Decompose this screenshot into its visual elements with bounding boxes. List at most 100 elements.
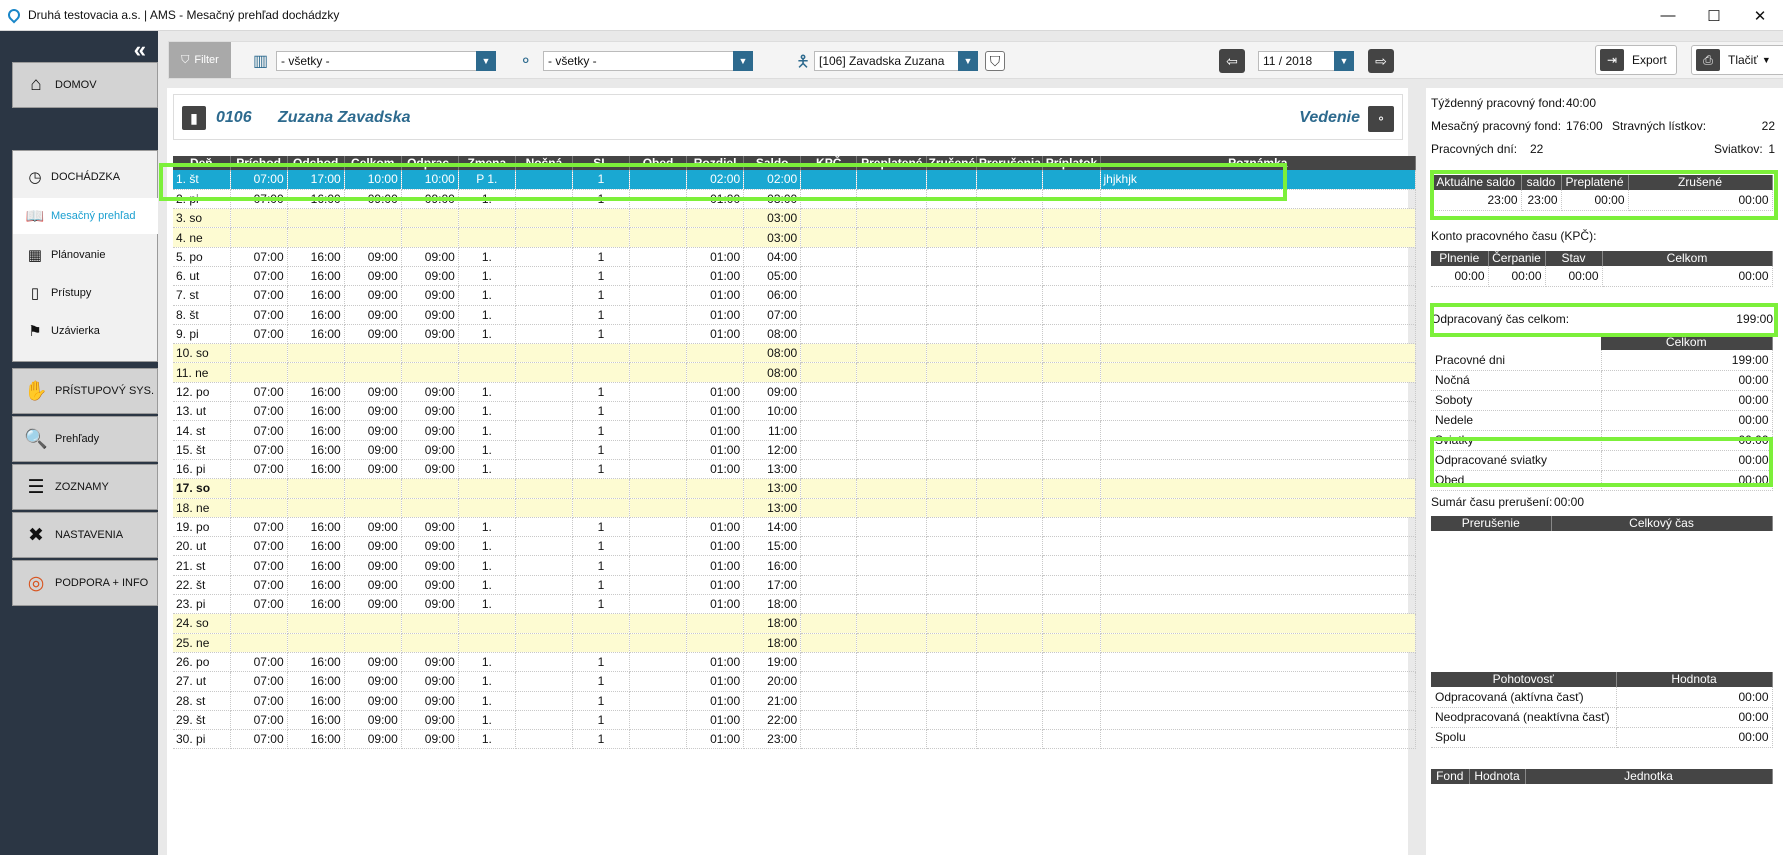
table-row[interactable]: 20. ut 07:00 16:00 09:00 09:00 1. 1 01:00 15:00 — [173, 536, 1417, 557]
table-cell — [800, 208, 858, 229]
column-header[interactable]: Zmena — [458, 156, 516, 170]
table-cell: 25. ne — [173, 633, 231, 653]
employee-filter-button[interactable]: ⛉ — [985, 51, 1005, 71]
table-row[interactable]: 6. ut 07:00 16:00 09:00 09:00 1. 1 01:00 05:00 — [173, 266, 1417, 287]
column-header[interactable]: Nočná — [515, 156, 573, 170]
next-month-button[interactable]: ⇨ — [1368, 49, 1394, 73]
standby-table: Pohotovosť Hodnota Odpracovaná (aktívna … — [1431, 672, 1773, 748]
table-cell — [926, 691, 978, 711]
working-days-label: Pracovných dní: — [1431, 142, 1518, 156]
nav-pristupovy-sys[interactable]: ✋ PRÍSTUPOVÝ SYS. — [12, 368, 158, 414]
chevron-down-icon[interactable]: ▼ — [733, 51, 753, 71]
table-row[interactable]: 24. so 18:00 — [173, 613, 1417, 634]
maximize-button[interactable]: ☐ — [1691, 0, 1737, 31]
column-header[interactable]: Príchod — [230, 156, 288, 170]
table-row[interactable]: 17. so 13:00 — [173, 478, 1417, 499]
nav-domov[interactable]: ⌂ DOMOV — [12, 62, 158, 108]
table-row[interactable]: 23. pi 07:00 16:00 09:00 09:00 1. 1 01:00 18:00 — [173, 594, 1417, 615]
table-row[interactable]: 9. pi 07:00 16:00 09:00 09:00 1. 1 01:00 08:00 — [173, 324, 1417, 345]
column-header[interactable]: Zrušené — [926, 156, 978, 170]
chevron-down-icon[interactable]: ▼ — [958, 51, 978, 71]
table-row[interactable]: 14. st 07:00 16:00 09:00 09:00 1. 1 01:00 11:00 — [173, 420, 1417, 441]
column-header[interactable]: Obed — [629, 156, 688, 170]
table-row[interactable]: 4. ne 03:00 — [173, 227, 1417, 248]
table-row[interactable]: 13. ut 07:00 16:00 09:00 09:00 1. 1 01:00 10:00 — [173, 401, 1417, 422]
table-row[interactable]: 22. št 07:00 16:00 09:00 09:00 1. 1 01:00 17:00 — [173, 575, 1417, 596]
table-cell — [515, 362, 573, 383]
export-button[interactable]: ⇥ Export — [1595, 45, 1677, 75]
table-cell — [515, 343, 573, 364]
table-row[interactable]: 2. pi 07:00 16:00 09:00 09:00 1. 1 01:00 03:00 — [173, 189, 1417, 210]
table-row[interactable]: 28. st 07:00 16:00 09:00 09:00 1. 1 01:00 21:00 — [173, 691, 1417, 711]
table-row[interactable]: 25. ne 18:00 — [173, 633, 1417, 653]
column-header[interactable]: Poznámka — [1100, 156, 1417, 170]
nav-zoznamy[interactable]: ☰ ZOZNAMY — [12, 464, 158, 510]
filter-button[interactable]: ⛉ Filter — [169, 42, 231, 78]
table-cell — [629, 382, 688, 403]
org-select[interactable]: - všetky - ▼ — [276, 51, 496, 71]
nav-prehlady[interactable]: 🔍 Prehľady — [12, 416, 158, 462]
table-cell — [1042, 305, 1101, 325]
column-header[interactable]: Rozdiel — [686, 156, 745, 170]
table-row[interactable]: 26. po 07:00 16:00 09:00 09:00 1. 1 01:00 19:00 — [173, 652, 1417, 673]
table-cell — [1100, 305, 1417, 325]
table-row[interactable]: 19. po 07:00 16:00 09:00 09:00 1. 1 01:00 14:00 — [173, 517, 1417, 538]
column-header[interactable]: Odprac. — [401, 156, 459, 170]
subnav-uzavierka[interactable]: ⚑ Uzávierka — [13, 313, 159, 349]
table-cell: 1. — [458, 671, 516, 692]
table-row[interactable]: 29. št 07:00 16:00 09:00 09:00 1. 1 01:00 22:00 — [173, 710, 1417, 731]
table-row[interactable]: 16. pi 07:00 16:00 09:00 09:00 1. 1 01:00 13:00 — [173, 459, 1417, 480]
table-cell: 10. so — [173, 343, 231, 364]
team-select-value: - všetky - — [548, 54, 597, 68]
export-label: Export — [1632, 53, 1667, 67]
team-select[interactable]: - všetky - ▼ — [543, 51, 753, 71]
table-row[interactable]: 3. so 03:00 — [173, 208, 1417, 229]
nav-dochadzka[interactable]: ◷ DOCHÁDZKA — [13, 159, 159, 195]
table-row[interactable]: 27. ut 07:00 16:00 09:00 09:00 1. 1 01:00 20:00 — [173, 671, 1417, 692]
table-row[interactable]: 15. št 07:00 16:00 09:00 09:00 1. 1 01:00 12:00 — [173, 440, 1417, 460]
column-header[interactable]: Deň — [173, 156, 231, 170]
table-cell — [629, 420, 688, 441]
table-cell: 1 — [572, 285, 631, 306]
column-header[interactable]: Celkom — [344, 156, 402, 170]
table-row[interactable]: 30. pi 07:00 16:00 09:00 09:00 1. 1 01:00 23:00 — [173, 729, 1417, 750]
close-button[interactable]: ✕ — [1737, 0, 1783, 31]
table-cell: 1. — [458, 555, 516, 576]
table-cell: 07:00 — [230, 517, 288, 538]
table-row[interactable]: 5. po 07:00 16:00 09:00 09:00 1. 1 01:00 04:00 — [173, 247, 1417, 267]
table-cell: 01:00 — [686, 710, 745, 731]
table-cell — [926, 382, 978, 403]
table-row[interactable]: 1. št 07:00 17:00 10:00 10:00 P 1. 1 02:00 02:00… — [173, 170, 1417, 190]
table-cell: 1. — [458, 652, 516, 673]
table-row[interactable]: 18. ne 13:00 — [173, 498, 1417, 518]
column-header[interactable]: SL — [572, 156, 631, 170]
table-row[interactable]: 11. ne 08:00 — [173, 362, 1417, 383]
employee-select[interactable]: [106] Zavadska Zuzana ▼ — [814, 51, 978, 71]
table-row[interactable]: 7. st 07:00 16:00 09:00 09:00 1. 1 01:00 06:00 — [173, 285, 1417, 306]
column-header[interactable]: Odchod — [287, 156, 345, 170]
nav-nastavenia[interactable]: ✖ NASTAVENIA — [12, 512, 158, 558]
column-header[interactable]: Preplatené — [856, 156, 928, 170]
column-header[interactable]: KPČ — [800, 156, 858, 170]
collapse-sidebar-icon[interactable]: « — [134, 37, 146, 63]
table-row[interactable]: 10. so 08:00 — [173, 343, 1417, 364]
table-row[interactable]: 12. po 07:00 16:00 09:00 09:00 1. 1 01:00 09:00 — [173, 382, 1417, 403]
prev-month-button[interactable]: ⇦ — [1219, 49, 1245, 73]
month-select[interactable]: 11 / 2018 ▼ — [1258, 51, 1354, 71]
column-header[interactable]: Saldo — [743, 156, 802, 170]
table-row[interactable]: 8. št 07:00 16:00 09:00 09:00 1. 1 01:00 07:00 — [173, 305, 1417, 325]
print-button[interactable]: ⎙ Tlačiť ▼ — [1691, 45, 1783, 75]
summary-panel: Týždenný pracovný fond: 40:00 Mesačný pr… — [1426, 88, 1783, 855]
nav-podpora-info[interactable]: ◎ PODPORA + INFO — [12, 560, 158, 606]
table-cell: 30. pi — [173, 729, 231, 750]
subnav-mesacny-prehlad[interactable]: 📖 Mesačný prehľad — [13, 198, 159, 234]
chevron-down-icon[interactable]: ▼ — [476, 51, 496, 71]
subnav-planovanie[interactable]: ▦ Plánovanie — [13, 237, 159, 273]
table-row[interactable]: 21. st 07:00 16:00 09:00 09:00 1. 1 01:00 16:00 — [173, 555, 1417, 576]
column-header[interactable]: Príplatok — [1042, 156, 1101, 170]
minimize-button[interactable]: — — [1645, 0, 1691, 31]
chevron-down-icon[interactable]: ▼ — [1334, 51, 1354, 71]
org-chart-icon[interactable]: ⚬ — [1368, 106, 1394, 132]
column-header[interactable]: Prerušenia — [976, 156, 1044, 170]
subnav-pristupy[interactable]: ▯ Prístupy — [13, 275, 159, 311]
